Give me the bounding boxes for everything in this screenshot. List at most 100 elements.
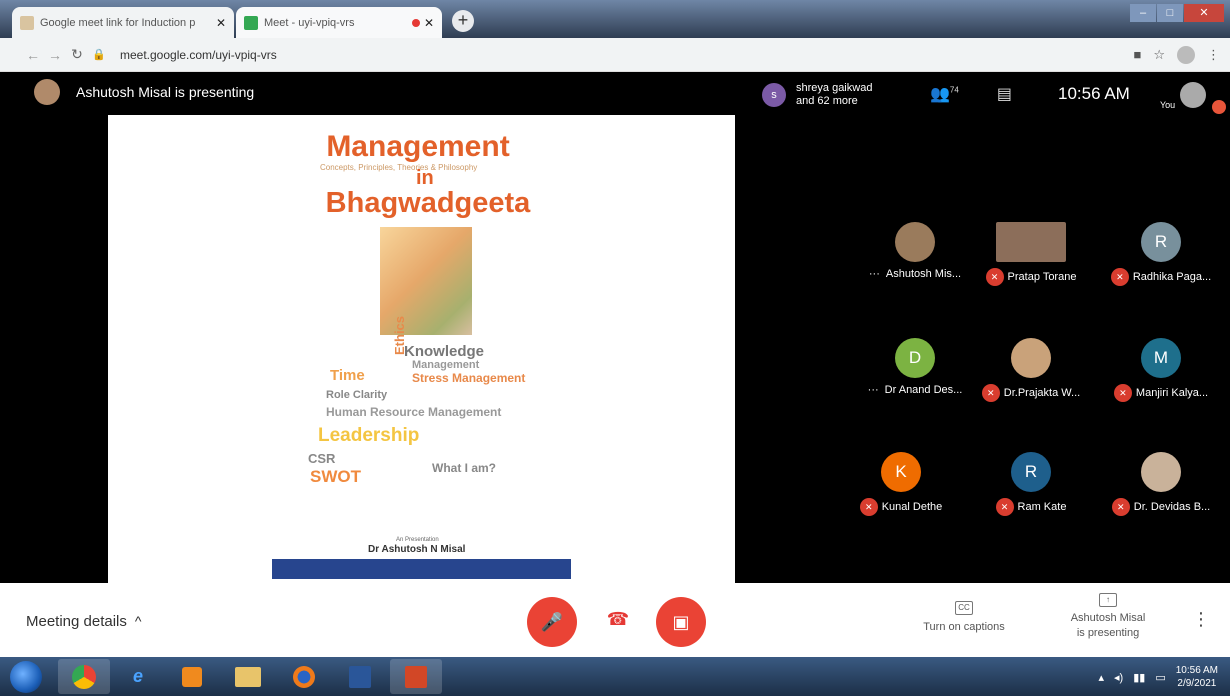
firefox-taskbar-icon[interactable] <box>278 659 330 694</box>
tray-date: 2/9/2021 <box>1177 678 1217 689</box>
close-tab-icon[interactable]: ✕ <box>216 16 226 30</box>
word-stress-management: Stress Management <box>412 371 526 385</box>
camera-toggle-button[interactable]: ▣ <box>656 597 706 647</box>
mic-off-icon: ✕ <box>1110 268 1129 286</box>
presenting-status-button[interactable]: ↑ Ashutosh Misal is presenting <box>1062 593 1154 641</box>
browser-toolbar-right: ■ ☆ ⋮ <box>1133 45 1230 64</box>
word-role-clarity: Role Clarity <box>326 389 388 401</box>
profile-avatar[interactable] <box>1177 45 1195 64</box>
mic-off-icon: 🎤 <box>540 612 564 632</box>
folder-icon <box>235 666 261 687</box>
word-time: Time <box>330 367 365 384</box>
participant-caption: ··· Dr Anand Des... <box>850 384 980 396</box>
mic-off-icon: ✕ <box>985 268 1004 286</box>
windows-taskbar: e ▴ ◂) ▮▮ ▭ 10:56 AM 2/9/2021 <box>0 657 1230 696</box>
tab-induction[interactable]: Google meet link for Induction p ✕ <box>12 7 234 38</box>
minimize-button[interactable]: – <box>1130 4 1156 22</box>
participant-tile[interactable]: D ··· Dr Anand Des... <box>850 328 980 428</box>
more-options-icon[interactable]: ··· <box>869 268 880 280</box>
participant-name: Radhika Paga... <box>1132 270 1212 283</box>
slide-title-line1: Management <box>326 130 510 163</box>
powerpoint-taskbar-icon[interactable] <box>390 659 442 694</box>
more-options-icon[interactable]: ··· <box>868 384 879 396</box>
explorer-taskbar-icon[interactable] <box>222 659 274 694</box>
chrome-taskbar-icon[interactable] <box>58 659 110 694</box>
participant-avatar <box>1011 338 1051 378</box>
captions-label: Turn on captions <box>923 621 1005 633</box>
participant-tile[interactable]: K ✕ Kunal Dethe <box>836 442 966 542</box>
meeting-details-button[interactable]: Meeting details ^ <box>26 613 141 630</box>
participant-tile[interactable]: ✕ Dr.Prajakta W... <box>966 328 1096 428</box>
star-icon[interactable]: ☆ <box>1153 47 1165 63</box>
chat-icon[interactable]: ▤ <box>997 84 1012 104</box>
word-knowledge: Knowledge <box>404 343 485 360</box>
more-options-icon[interactable]: ⋮ <box>1192 609 1210 630</box>
word-human-resource-management: Human Resource Management <box>326 405 502 419</box>
close-tab-icon[interactable]: ✕ <box>424 16 434 30</box>
start-button[interactable] <box>10 661 42 693</box>
participant-tile[interactable]: M ✕ Manjiri Kalya... <box>1096 328 1226 428</box>
mic-toggle-button[interactable]: 🎤 <box>527 597 577 647</box>
word-swot: SWOT <box>310 467 361 486</box>
phone-hangup-icon: ☎ <box>606 609 630 629</box>
system-tray: ▴ ◂) ▮▮ ▭ 10:56 AM 2/9/2021 <box>1099 662 1219 692</box>
meet-favicon-icon <box>244 15 258 30</box>
participant-name: Kunal Dethe <box>881 500 943 513</box>
participant-tile[interactable]: ✕ Pratap Torane <box>966 212 1096 312</box>
back-arrow-icon[interactable]: ← <box>22 47 44 63</box>
action-center-icon[interactable]: ▭ <box>1155 671 1165 684</box>
viewer-avatar: s <box>762 83 786 107</box>
word-icon <box>349 665 371 688</box>
camera-off-icon: ▣ <box>672 612 690 632</box>
word-csr: CSR <box>308 451 336 466</box>
camera-icon[interactable]: ■ <box>1133 47 1141 62</box>
slide-subtitle: Concepts, Principles, Theories & Philoso… <box>320 163 478 172</box>
tab-title: Meet - uyi-vpiq-vrs <box>264 16 355 29</box>
forward-arrow-icon[interactable]: → <box>44 47 66 63</box>
viewer-indicator[interactable]: s shreya gaikwad and 62 more <box>762 78 892 112</box>
word-taskbar-icon[interactable] <box>334 659 386 694</box>
participant-name: Ashutosh Mis... <box>885 268 962 280</box>
url-field[interactable]: meet.google.com/uyi-vpiq-vrs <box>120 48 277 62</box>
self-avatar[interactable] <box>1180 82 1206 108</box>
participant-name: Dr.Prajakta W... <box>1003 386 1081 399</box>
mic-off-icon: ✕ <box>1111 498 1130 516</box>
participant-avatar: M <box>1141 338 1181 378</box>
slide-author: Dr Ashutosh N Misal <box>368 544 466 555</box>
notification-badge <box>1212 100 1226 114</box>
internet-explorer-icon: e <box>132 666 143 686</box>
people-button[interactable]: 👥74 <box>930 84 959 104</box>
media-player-icon <box>182 666 202 687</box>
address-bar: ← → ↻ 🔒 meet.google.com/uyi-vpiq-vrs ■ ☆… <box>0 38 1230 72</box>
close-window-button[interactable]: ✕ <box>1184 4 1224 22</box>
hang-up-button[interactable]: ☎ <box>606 607 630 631</box>
maximize-button[interactable]: □ <box>1157 4 1183 22</box>
present-screen-icon: ↑ <box>1099 593 1117 607</box>
meet-bottom-bar: Meeting details ^ 🎤 ☎ ▣ CC Turn on captio… <box>0 583 1230 657</box>
media-player-taskbar-icon[interactable] <box>166 659 218 694</box>
meet-clock: 10:56 AM <box>1058 84 1130 103</box>
ie-taskbar-icon[interactable]: e <box>112 659 164 694</box>
window-controls: – □ ✕ <box>1130 4 1224 22</box>
participant-tile[interactable]: R ✕ Ram Kate <box>966 442 1096 542</box>
participant-tile[interactable]: R ✕ Radhika Paga... <box>1096 212 1226 312</box>
tray-clock[interactable]: 10:56 AM 2/9/2021 <box>1176 664 1218 690</box>
participant-caption: ✕ Radhika Paga... <box>1096 268 1226 286</box>
viewer-more: and 62 more <box>796 95 858 107</box>
viewer-name: shreya gaikwad <box>796 82 873 94</box>
captions-button[interactable]: CC Turn on captions <box>914 601 1014 633</box>
tab-title: Google meet link for Induction p <box>40 16 196 29</box>
new-tab-button[interactable]: + <box>452 10 474 32</box>
network-icon[interactable]: ▮▮ <box>1133 671 1145 684</box>
reload-icon[interactable]: ↻ <box>66 46 88 63</box>
participant-caption: ✕ Manjiri Kalya... <box>1096 384 1226 402</box>
browser-menu-icon[interactable]: ⋮ <box>1207 47 1220 63</box>
volume-icon[interactable]: ◂) <box>1114 671 1123 684</box>
participant-name: Manjiri Kalya... <box>1135 386 1209 399</box>
show-hidden-icons-icon[interactable]: ▴ <box>1099 671 1105 684</box>
participant-tile[interactable]: ✕ Dr. Devidas B... <box>1096 442 1226 542</box>
tab-meet[interactable]: Meet - uyi-vpiq-vrs ✕ <box>236 7 442 38</box>
participant-tile[interactable]: ··· Ashutosh Mis... <box>850 212 980 312</box>
meet-stage: Ashutosh Misal is presenting s shreya ga… <box>0 72 1230 583</box>
browser-tab-strip: Google meet link for Induction p ✕ Meet … <box>0 0 1230 38</box>
